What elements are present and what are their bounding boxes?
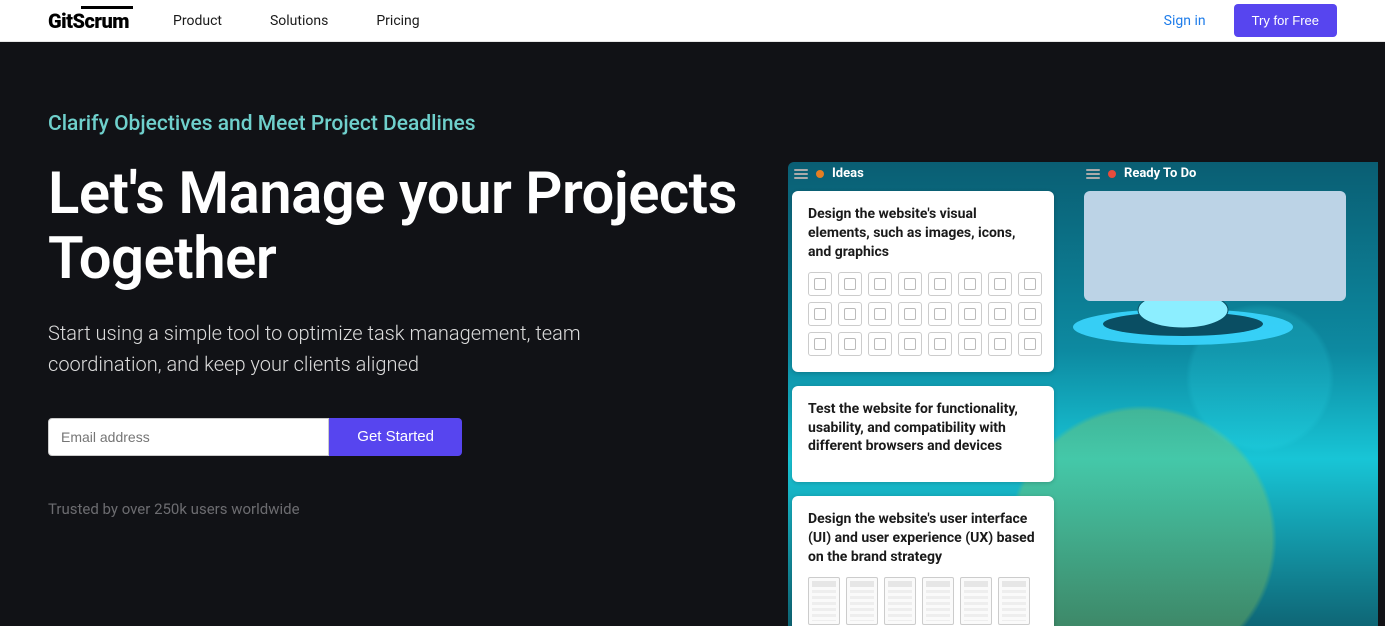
asset-icon	[868, 302, 892, 326]
asset-icon	[808, 272, 832, 296]
column-header-ready[interactable]: Ready To Do	[1080, 162, 1350, 191]
wireframe-thumb	[922, 577, 954, 625]
asset-icon	[838, 332, 862, 356]
asset-icon	[868, 332, 892, 356]
try-free-button[interactable]: Try for Free	[1234, 4, 1337, 37]
asset-icon	[868, 272, 892, 296]
asset-icon	[1018, 302, 1042, 326]
wireframe-thumb	[808, 577, 840, 625]
header-right: Sign in Try for Free	[1164, 4, 1337, 37]
column-label: Ready To Do	[1124, 166, 1196, 181]
card-title: Test the website for functionality, usab…	[808, 400, 1038, 457]
status-dot-icon	[1108, 170, 1116, 178]
card[interactable]: Design the website's visual elements, su…	[792, 191, 1054, 372]
brand-logo[interactable]: GitScrum	[48, 9, 129, 33]
cards-container	[1080, 191, 1350, 301]
card-placeholder[interactable]	[1084, 191, 1346, 301]
wireframe-thumb	[998, 577, 1030, 625]
hero-eyebrow: Clarify Objectives and Meet Project Dead…	[48, 112, 748, 136]
column-ideas[interactable]: Ideas Design the website's visual elemen…	[788, 162, 1058, 626]
asset-icon	[988, 332, 1012, 356]
wireframe-thumb	[884, 577, 916, 625]
asset-icon	[898, 272, 922, 296]
asset-icon	[1018, 332, 1042, 356]
drag-handle-icon[interactable]	[794, 169, 808, 179]
card[interactable]: Design the website's user interface (UI)…	[792, 496, 1054, 626]
asset-icon	[898, 302, 922, 326]
sign-in-link[interactable]: Sign in	[1164, 13, 1206, 29]
hero-section: Clarify Objectives and Meet Project Dead…	[0, 42, 1385, 626]
asset-icon	[958, 272, 982, 296]
primary-nav: Product Solutions Pricing	[173, 13, 420, 29]
column-ready[interactable]: Ready To Do	[1080, 162, 1350, 626]
card-title: Design the website's visual elements, su…	[808, 205, 1038, 262]
asset-icon	[838, 302, 862, 326]
hero-title: Let's Manage your Projects Together	[48, 162, 748, 292]
drag-handle-icon[interactable]	[1086, 169, 1100, 179]
card[interactable]: Test the website for functionality, usab…	[792, 386, 1054, 483]
card-title: Design the website's user interface (UI)…	[808, 510, 1038, 567]
header-left: GitScrum Product Solutions Pricing	[48, 9, 420, 33]
card-icon-grid	[808, 272, 1038, 356]
column-header-ideas[interactable]: Ideas	[788, 162, 1058, 191]
asset-icon	[808, 302, 832, 326]
status-dot-icon	[816, 170, 824, 178]
asset-icon	[958, 332, 982, 356]
nav-link-product[interactable]: Product	[173, 13, 222, 29]
get-started-button[interactable]: Get Started	[329, 418, 462, 456]
asset-icon	[808, 332, 832, 356]
wireframe-thumb	[846, 577, 878, 625]
card-wireframe-grid	[808, 577, 1038, 626]
asset-icon	[958, 302, 982, 326]
asset-icon	[1018, 272, 1042, 296]
asset-icon	[928, 332, 952, 356]
asset-icon	[898, 332, 922, 356]
brand-name: GitScrum	[48, 9, 129, 33]
nav-link-pricing[interactable]: Pricing	[376, 13, 419, 29]
email-input[interactable]	[48, 418, 329, 456]
hero-subtitle: Start using a simple tool to optimize ta…	[48, 318, 668, 380]
cards-container: Design the website's visual elements, su…	[788, 191, 1058, 626]
board-columns: Ideas Design the website's visual elemen…	[788, 162, 1378, 626]
site-header: GitScrum Product Solutions Pricing Sign …	[0, 0, 1385, 42]
nav-link-solutions[interactable]: Solutions	[270, 13, 328, 29]
trusted-caption: Trusted by over 250k users worldwide	[48, 500, 748, 518]
hero-copy: Clarify Objectives and Meet Project Dead…	[48, 112, 748, 626]
asset-icon	[928, 272, 952, 296]
column-label: Ideas	[832, 166, 864, 181]
kanban-board: Ideas Design the website's visual elemen…	[788, 162, 1378, 626]
wireframe-thumb	[960, 577, 992, 625]
asset-icon	[988, 272, 1012, 296]
asset-icon	[928, 302, 952, 326]
hero-illustration: Ideas Design the website's visual elemen…	[788, 112, 1385, 626]
asset-icon	[988, 302, 1012, 326]
asset-icon	[838, 272, 862, 296]
email-capture: Get Started	[48, 418, 462, 456]
